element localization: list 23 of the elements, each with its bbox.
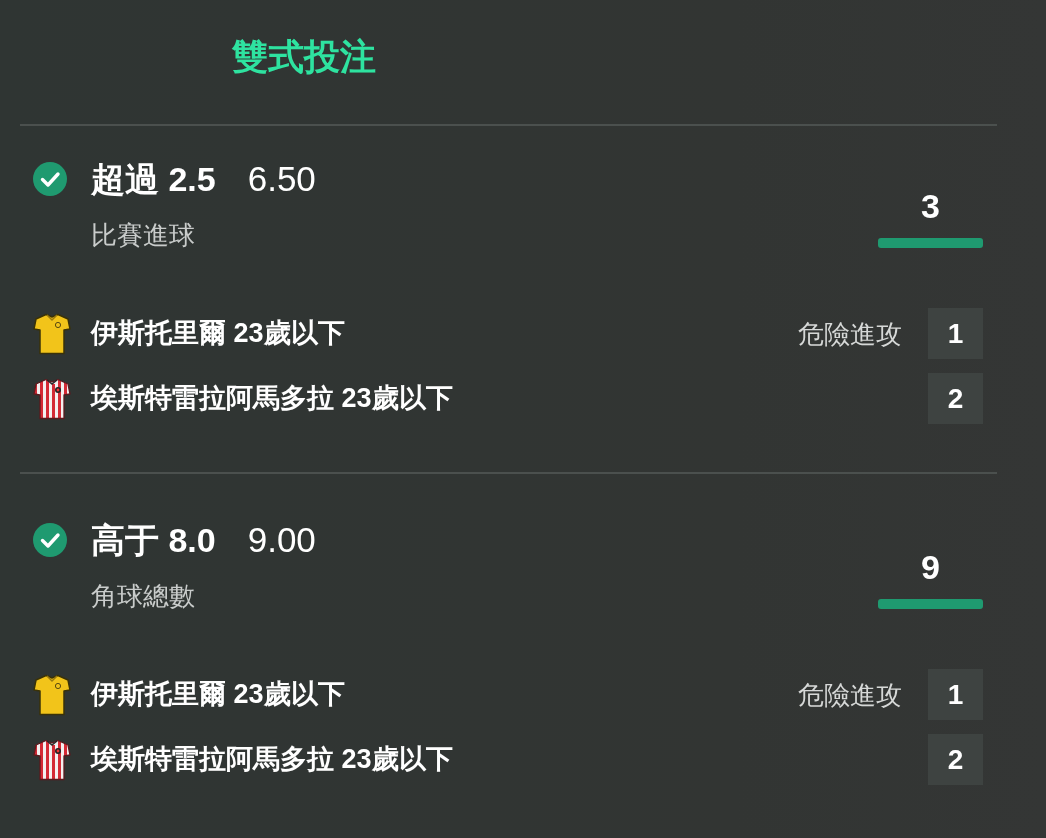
striped-jersey-icon	[33, 738, 71, 781]
stat-value: 2	[928, 734, 983, 785]
score-value: 3	[921, 188, 940, 224]
team-name: 伊斯托里爾 23歲以下	[91, 679, 345, 710]
team-name: 埃斯特雷拉阿馬多拉 23歲以下	[91, 383, 453, 414]
jersey-icon	[33, 673, 71, 716]
team-name: 伊斯托里爾 23歲以下	[91, 318, 345, 349]
stat-label: 危險進攻	[798, 318, 902, 349]
selection-label: 高于 8.0	[91, 521, 216, 559]
striped-jersey-icon	[33, 377, 71, 420]
odds-value: 6.50	[247, 160, 316, 198]
score-value: 9	[921, 549, 940, 585]
odds-value: 9.00	[247, 521, 316, 559]
market-label: 角球總數	[91, 581, 195, 611]
stat-value: 1	[928, 669, 983, 720]
stat-value: 1	[928, 308, 983, 359]
stat-value: 2	[928, 373, 983, 424]
selection-label: 超過 2.5	[91, 160, 216, 198]
page-title: 雙式投注	[232, 37, 376, 77]
jersey-icon	[33, 312, 71, 355]
team-name: 埃斯特雷拉阿馬多拉 23歲以下	[91, 744, 453, 775]
market-label: 比賽進球	[91, 220, 195, 250]
stat-label: 危險進攻	[798, 679, 902, 710]
